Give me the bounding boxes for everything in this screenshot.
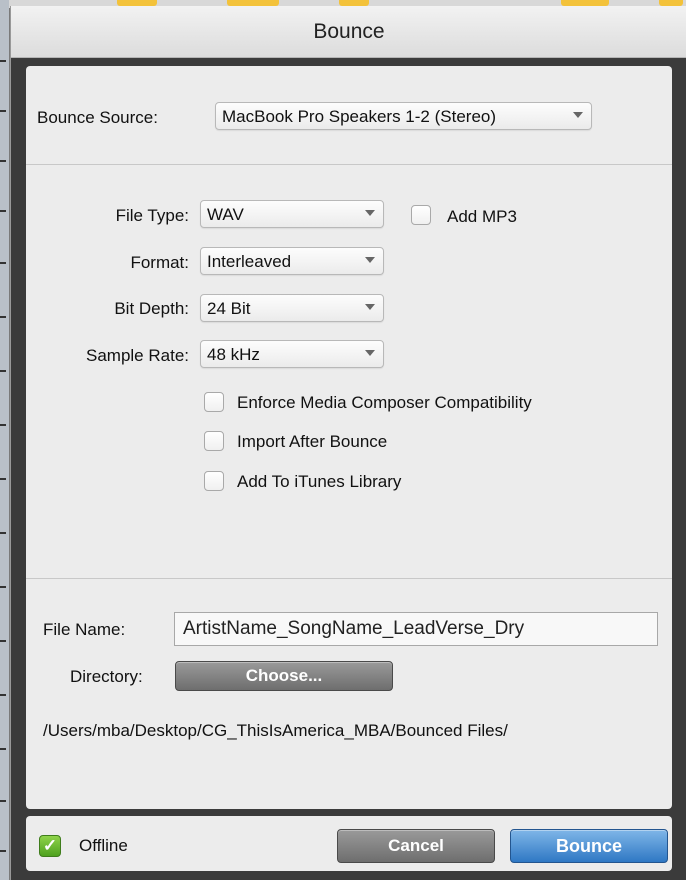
chevron-down-icon — [573, 112, 583, 118]
chevron-down-icon — [365, 257, 375, 263]
file-name-label: File Name: — [43, 620, 126, 639]
chevron-down-icon — [365, 304, 375, 310]
chevron-down-icon — [365, 210, 375, 216]
dialog-footer: ✓ Offline Cancel Bounce — [26, 816, 672, 871]
directory-label: Directory: — [70, 667, 143, 686]
add-mp3-label: Add MP3 — [447, 207, 517, 226]
add-to-itunes-checkbox[interactable] — [204, 471, 224, 491]
chevron-down-icon — [365, 350, 375, 356]
format-label: Format: — [130, 253, 189, 272]
file-name-field[interactable]: ArtistName_SongName_LeadVerse_Dry — [174, 612, 658, 646]
dialog-title: Bounce — [11, 6, 686, 58]
import-after-bounce-label: Import After Bounce — [237, 432, 388, 451]
choose-directory-button[interactable]: Choose... — [175, 661, 393, 691]
bit-depth-label: Bit Depth: — [114, 299, 189, 318]
background-app-edge — [0, 0, 10, 880]
checkmark-icon: ✓ — [42, 836, 58, 855]
offline-label: Offline — [79, 836, 128, 855]
divider — [26, 164, 672, 165]
bounce-dialog: Bounce Bounce Source: MacBook Pro Speake… — [10, 6, 686, 880]
format-value: Interleaved — [207, 252, 292, 271]
divider — [26, 578, 672, 579]
directory-path: /Users/mba/Desktop/CG_ThisIsAmerica_MBA/… — [43, 721, 508, 740]
file-name-value: ArtistName_SongName_LeadVerse_Dry — [183, 618, 525, 639]
sample-rate-select[interactable]: 48 kHz — [200, 340, 384, 368]
enforce-media-composer-label: Enforce Media Composer Compatibility — [237, 393, 532, 412]
bit-depth-value: 24 Bit — [207, 299, 251, 318]
enforce-media-composer-checkbox[interactable] — [204, 392, 224, 412]
settings-panel: Bounce Source: MacBook Pro Speakers 1-2 … — [26, 66, 672, 809]
sample-rate-value: 48 kHz — [207, 345, 260, 364]
file-type-label: File Type: — [115, 206, 189, 225]
import-after-bounce-checkbox[interactable] — [204, 431, 224, 451]
offline-checkbox[interactable]: ✓ — [39, 835, 61, 857]
bounce-button[interactable]: Bounce — [510, 829, 668, 863]
cancel-button[interactable]: Cancel — [337, 829, 495, 863]
bit-depth-select[interactable]: 24 Bit — [200, 294, 384, 322]
add-mp3-checkbox[interactable] — [411, 205, 431, 225]
bounce-source-value: MacBook Pro Speakers 1-2 (Stereo) — [222, 107, 497, 126]
add-to-itunes-label: Add To iTunes Library — [237, 472, 402, 491]
bounce-source-label: Bounce Source: — [37, 108, 158, 127]
bounce-source-select[interactable]: MacBook Pro Speakers 1-2 (Stereo) — [215, 102, 592, 130]
file-type-value: WAV — [207, 205, 244, 224]
sample-rate-label: Sample Rate: — [86, 346, 189, 365]
file-type-select[interactable]: WAV — [200, 200, 384, 228]
format-select[interactable]: Interleaved — [200, 247, 384, 275]
dialog-frame: Bounce Source: MacBook Pro Speakers 1-2 … — [11, 58, 686, 880]
